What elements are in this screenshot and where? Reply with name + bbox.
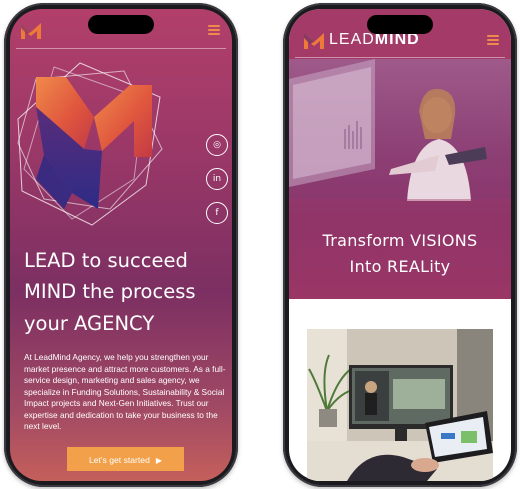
hero-title-line-2: Into REALity bbox=[349, 257, 451, 276]
right-phone-mockup: LEADMIND Transform VISIONS Into REALity bbox=[283, 3, 517, 487]
headline-line-2: MIND the process bbox=[24, 276, 196, 307]
linkedin-icon[interactable]: in bbox=[206, 168, 228, 190]
office-photo-illustration bbox=[307, 329, 493, 481]
headline-lead-rest: to succeed bbox=[75, 249, 188, 272]
headline-mind-rest: the process bbox=[76, 280, 196, 303]
m-logo-icon[interactable] bbox=[303, 31, 325, 51]
headline-line-3: your AGENCY bbox=[24, 308, 154, 339]
headline-your: your bbox=[24, 312, 75, 335]
header-divider bbox=[16, 48, 226, 49]
hero-banner: Transform VISIONS Into REALity bbox=[289, 59, 511, 299]
headline-agency: AGENCY bbox=[74, 312, 155, 335]
left-phone-mockup: ◎ in f LEAD to succeed MIND the process yo… bbox=[4, 3, 238, 487]
headline-line-1: LEAD to succeed bbox=[24, 245, 188, 276]
facebook-icon[interactable]: f bbox=[206, 202, 228, 224]
headline-lead: LEAD bbox=[24, 249, 76, 272]
hero-title-line-1: Transform VISIONS bbox=[322, 231, 478, 250]
m-logo-icon[interactable] bbox=[20, 21, 42, 41]
lets-get-started-button[interactable]: Let's get started ▶ bbox=[67, 447, 184, 471]
dynamic-island bbox=[88, 15, 154, 34]
header-divider bbox=[295, 57, 505, 58]
hamburger-menu-icon[interactable] bbox=[487, 35, 499, 45]
right-phone-screen: LEADMIND Transform VISIONS Into REALity bbox=[289, 9, 511, 481]
brand-lead: LEAD bbox=[329, 31, 375, 48]
left-phone-screen: ◎ in f LEAD to succeed MIND the process yo… bbox=[10, 9, 232, 481]
m-logo-illustration bbox=[17, 62, 163, 226]
cta-label: Let's get started bbox=[88, 455, 150, 465]
hamburger-menu-icon[interactable] bbox=[208, 25, 220, 35]
office-photo bbox=[307, 329, 493, 481]
dynamic-island bbox=[367, 15, 433, 34]
intro-paragraph: At LeadMind Agency, we help you strength… bbox=[24, 352, 226, 431]
headline-mind: MIND bbox=[24, 280, 77, 303]
play-arrow-icon: ▶ bbox=[155, 456, 163, 465]
instagram-icon[interactable]: ◎ bbox=[206, 134, 228, 156]
